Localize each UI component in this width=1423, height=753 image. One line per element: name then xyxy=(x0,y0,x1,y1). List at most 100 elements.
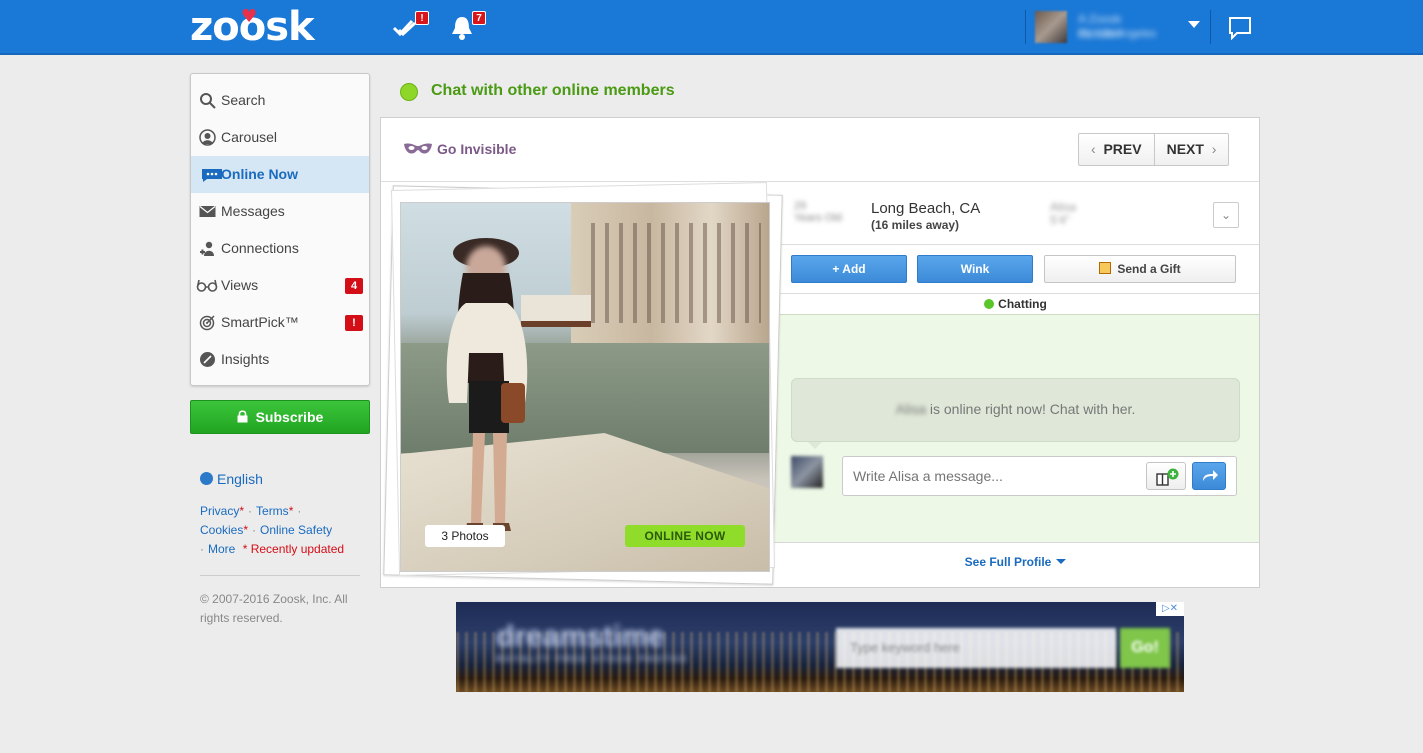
chat-bubble-icon[interactable] xyxy=(1210,10,1270,44)
go-invisible-label: Go Invisible xyxy=(437,141,517,157)
checks-icon[interactable]: ! xyxy=(391,11,429,42)
footer-links: Privacy* · Terms* · Cookies* · Online Safety … xyxy=(200,502,360,559)
send-message-button[interactable] xyxy=(1192,462,1226,490)
attach-gift-button[interactable] xyxy=(1146,462,1186,490)
carousel-icon xyxy=(199,129,216,146)
glasses-icon xyxy=(196,279,218,292)
privacy-link[interactable]: Privacy xyxy=(200,504,239,518)
user-menu[interactable]: A Zoosk member 31, Los Angeles xyxy=(1025,10,1205,44)
separator: · xyxy=(200,542,204,556)
subscribe-label: Subscribe xyxy=(255,409,324,425)
chevron-right-icon: › xyxy=(1211,141,1217,157)
language-label: English xyxy=(217,471,263,487)
next-label: NEXT xyxy=(1166,141,1204,157)
user-avatar[interactable] xyxy=(1035,11,1067,43)
profile-photo[interactable] xyxy=(400,202,770,572)
ad-go-button[interactable]: Go! xyxy=(1120,628,1170,668)
top-navigation-bar: zoosk ♥ ! 7 A Zoosk member 31, Los Angel… xyxy=(0,0,1423,55)
asterisk: * xyxy=(288,504,294,518)
profile-options-dropdown[interactable]: ⌄ xyxy=(1213,202,1239,228)
cookies-link[interactable]: Cookies xyxy=(200,523,243,537)
wink-button[interactable]: Wink xyxy=(917,255,1033,283)
photo-count-badge[interactable]: 3 Photos xyxy=(425,525,505,547)
go-invisible-button[interactable]: Go Invisible xyxy=(403,141,516,157)
bubble-name: Alisa xyxy=(895,401,926,417)
age-label: Years Old xyxy=(794,212,842,224)
profile-name: Alisa 5'4" xyxy=(1050,201,1076,227)
sidebar-item-label: Carousel xyxy=(221,129,278,145)
name-value: Alisa xyxy=(1050,200,1077,214)
profile-actions: + Add Wink Send a Gift xyxy=(772,246,1259,294)
send-gift-button[interactable]: Send a Gift xyxy=(1044,255,1236,283)
sidebar-item-insights[interactable]: Insights xyxy=(191,341,369,378)
adchoices-close-icon[interactable]: ▷✕ xyxy=(1156,602,1184,616)
add-connection-button[interactable]: + Add xyxy=(791,255,907,283)
online-safety-link[interactable]: Online Safety xyxy=(260,523,332,537)
envelope-icon xyxy=(199,206,216,217)
gift-plus-icon xyxy=(1156,468,1179,486)
message-composer xyxy=(842,456,1237,496)
footer-divider xyxy=(200,575,360,576)
chevron-down-icon[interactable] xyxy=(1188,21,1200,28)
send-gift-label: Send a Gift xyxy=(1117,262,1181,276)
chat-status-label: Chatting xyxy=(998,297,1047,311)
advertisement-banner[interactable]: dreamstime ROYALTY FREE STOCK PHOTOS Type… xyxy=(456,602,1184,692)
language-selector[interactable]: English xyxy=(200,471,263,487)
sidebar-item-smartpick[interactable]: SmartPick™ ! xyxy=(191,304,369,341)
separator: · xyxy=(248,504,253,518)
sidebar-item-connections[interactable]: Connections xyxy=(191,230,369,267)
insights-icon xyxy=(200,352,215,367)
asterisk: * xyxy=(239,504,245,518)
recently-updated-note: * Recently updated xyxy=(242,542,345,556)
message-input[interactable] xyxy=(853,468,1133,484)
sidebar-item-search[interactable]: Search xyxy=(191,82,369,119)
ad-search-input[interactable]: Type keyword here xyxy=(836,628,1116,668)
logo-heart-icon: ♥ xyxy=(241,6,257,27)
see-full-profile-link[interactable]: See Full Profile xyxy=(772,555,1259,569)
pager: ‹ PREV NEXT › xyxy=(1078,133,1230,166)
caret-down-icon xyxy=(1056,559,1067,564)
prev-button[interactable]: ‹ PREV xyxy=(1079,134,1154,165)
terms-link[interactable]: Terms xyxy=(256,504,289,518)
chat-panel: Alisa is online right now! Chat with her… xyxy=(772,315,1259,543)
prev-label: PREV xyxy=(1103,141,1142,157)
subscribe-button[interactable]: Subscribe xyxy=(190,400,370,434)
copyright: © 2007-2016 Zoosk, Inc. All rights reser… xyxy=(200,592,348,625)
asterisk: * xyxy=(243,523,249,537)
online-chat-icon xyxy=(202,169,222,182)
user-location: 31, Los Angeles xyxy=(1078,28,1157,40)
separator: · xyxy=(297,504,302,518)
sidebar-item-label: Online Now xyxy=(221,166,298,182)
checks-badge: ! xyxy=(415,11,429,25)
separator: · xyxy=(252,523,257,537)
chat-status: Chatting xyxy=(772,295,1259,315)
my-avatar xyxy=(791,456,823,488)
zoosk-logo[interactable]: zoosk ♥ xyxy=(190,4,315,50)
notifications-bell-icon[interactable]: 7 xyxy=(448,11,486,42)
chatting-dot-icon xyxy=(984,299,995,309)
page-title: Chat with other online members xyxy=(431,82,675,99)
globe-icon xyxy=(200,472,213,485)
next-button[interactable]: NEXT › xyxy=(1153,134,1229,165)
profile-age: 29 Years Old xyxy=(794,200,842,224)
sidebar-item-views[interactable]: Views 4 xyxy=(191,267,369,304)
sidebar-item-label: Messages xyxy=(221,203,285,219)
bubble-tail xyxy=(808,442,822,449)
photo-windows xyxy=(581,223,761,323)
views-badge: 4 xyxy=(345,278,363,294)
lock-icon xyxy=(237,410,248,423)
profile-location: Long Beach, CA xyxy=(871,200,981,217)
ad-brand: dreamstime ROYALTY FREE STOCK PHOTOS xyxy=(496,620,688,664)
sidebar-item-messages[interactable]: Messages xyxy=(191,193,369,230)
mask-icon xyxy=(404,143,432,154)
sidebar-item-label: Search xyxy=(221,92,266,108)
sidebar-item-label: Connections xyxy=(221,240,299,256)
search-icon xyxy=(200,93,216,109)
connections-icon xyxy=(200,241,214,256)
sidebar-item-carousel[interactable]: Carousel xyxy=(191,119,369,156)
more-link[interactable]: More xyxy=(208,542,235,556)
online-status-dot xyxy=(400,83,418,101)
target-icon xyxy=(199,315,215,331)
sidebar-item-online-now[interactable]: Online Now xyxy=(191,156,369,193)
sidebar-item-label: SmartPick™ xyxy=(221,314,299,330)
